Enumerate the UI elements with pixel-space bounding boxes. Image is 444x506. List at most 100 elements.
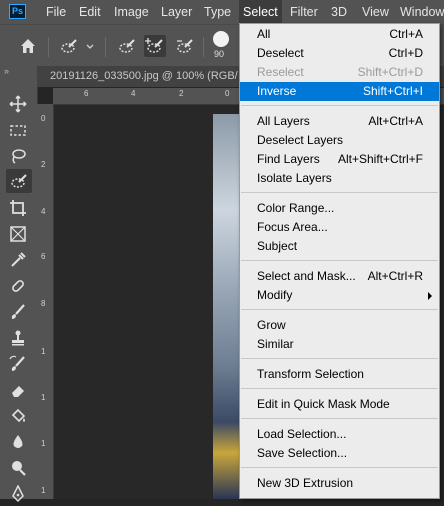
- chevron-down-icon[interactable]: [85, 37, 95, 55]
- menu-item-reselect: Reselect Shift+Ctrl+D: [240, 63, 439, 82]
- menu-item-load-selection[interactable]: Load Selection...: [240, 425, 439, 444]
- menu-item-label: Load Selection...: [257, 427, 347, 441]
- menu-item-new-3d-extrusion[interactable]: New 3D Extrusion: [240, 474, 439, 493]
- move-icon[interactable]: [9, 95, 27, 113]
- healing-brush-icon[interactable]: [9, 277, 27, 295]
- brush-icon[interactable]: [9, 303, 27, 321]
- menu-item-modify[interactable]: Modify: [240, 286, 439, 305]
- pen-icon[interactable]: [9, 484, 27, 503]
- menu-item-label: Find Layers: [257, 152, 320, 166]
- menu-item-select-and-mask[interactable]: Select and Mask... Alt+Ctrl+R: [240, 267, 439, 286]
- menu-item-label: Deselect: [257, 46, 304, 60]
- menu-separator: [241, 260, 438, 261]
- lasso-icon[interactable]: [9, 147, 27, 165]
- menu-item-shortcut: Alt+Ctrl+A: [368, 114, 423, 128]
- ruler-label: 2: [179, 89, 184, 98]
- ruler-label: 4: [41, 207, 46, 216]
- ruler-label: 1: [41, 393, 46, 402]
- menu-window[interactable]: Window: [400, 0, 444, 24]
- select-menu-dropdown: All Ctrl+A Deselect Ctrl+D Reselect Shift+C…: [239, 23, 440, 499]
- menu-separator: [241, 309, 438, 310]
- ruler-label: 1: [41, 486, 46, 495]
- menu-item-shortcut: Alt+Ctrl+R: [367, 269, 423, 283]
- menu-separator: [241, 105, 438, 106]
- ruler-label: 6: [41, 252, 46, 261]
- paint-bucket-icon[interactable]: [9, 407, 27, 425]
- menu-item-quick-mask[interactable]: Edit in Quick Mask Mode: [240, 395, 439, 414]
- dodge-icon[interactable]: [9, 459, 27, 477]
- menu-item-color-range[interactable]: Color Range...: [240, 199, 439, 218]
- menu-layer[interactable]: Layer: [161, 0, 192, 24]
- menu-item-inverse[interactable]: Inverse Shift+Ctrl+I: [240, 82, 439, 101]
- menu-file[interactable]: File: [46, 0, 66, 24]
- menu-item-shortcut: Ctrl+D: [388, 46, 423, 60]
- menu-item-label: New 3D Extrusion: [257, 476, 354, 490]
- menu-item-label: Save Selection...: [257, 446, 348, 460]
- menu-item-grow[interactable]: Grow: [240, 316, 439, 335]
- menu-item-label: Select and Mask...: [257, 269, 356, 283]
- menu-view[interactable]: View: [362, 0, 389, 24]
- menu-3d[interactable]: 3D: [331, 0, 347, 24]
- clone-stamp-icon[interactable]: [9, 329, 27, 347]
- menu-item-shortcut: Ctrl+A: [389, 27, 423, 41]
- menu-item-label: All Layers: [257, 114, 310, 128]
- crop-icon[interactable]: [9, 199, 27, 217]
- marquee-icon[interactable]: [9, 121, 27, 139]
- menu-item-isolate-layers[interactable]: Isolate Layers: [240, 169, 439, 188]
- blur-icon[interactable]: [9, 433, 27, 451]
- menu-item-deselect[interactable]: Deselect Ctrl+D: [240, 44, 439, 63]
- menu-item-label: Deselect Layers: [257, 133, 344, 147]
- menu-item-label: Isolate Layers: [257, 171, 332, 185]
- options-separator: [105, 37, 106, 57]
- menu-item-label: Transform Selection: [257, 367, 364, 381]
- menu-type[interactable]: Type: [204, 0, 231, 24]
- quick-selection-icon[interactable]: [6, 169, 32, 193]
- eyedropper-icon[interactable]: [9, 251, 27, 269]
- panel-collapse-icon[interactable]: »: [4, 66, 9, 76]
- menu-item-focus-area[interactable]: Focus Area...: [240, 218, 439, 237]
- eraser-icon[interactable]: [9, 381, 27, 399]
- ruler-label: 4: [131, 89, 136, 98]
- menu-item-all[interactable]: All Ctrl+A: [240, 25, 439, 44]
- add-to-selection-icon[interactable]: [144, 35, 166, 57]
- menu-item-find-layers[interactable]: Find Layers Alt+Shift+Ctrl+F: [240, 150, 439, 169]
- history-brush-icon[interactable]: [9, 355, 27, 373]
- home-icon[interactable]: [19, 37, 37, 55]
- menu-item-label: Reselect: [257, 65, 304, 79]
- vertical-ruler: 0 2 4 6 8 1 1 1 1: [37, 104, 54, 499]
- brush-size-icon[interactable]: [213, 31, 229, 47]
- ruler-label: 1: [41, 439, 46, 448]
- menu-separator: [241, 388, 438, 389]
- menu-item-shortcut: Alt+Shift+Ctrl+F: [337, 152, 423, 166]
- quick-selection-brush-icon[interactable]: [60, 37, 78, 55]
- new-selection-icon[interactable]: [118, 37, 136, 55]
- menu-item-shortcut: Shift+Ctrl+I: [362, 84, 423, 98]
- options-separator: [48, 37, 49, 57]
- menu-item-save-selection[interactable]: Save Selection...: [240, 444, 439, 463]
- submenu-arrow-icon: [428, 292, 432, 300]
- menu-filter[interactable]: Filter: [290, 0, 318, 24]
- menu-item-similar[interactable]: Similar: [240, 335, 439, 354]
- ruler-label: 1: [41, 347, 46, 356]
- options-separator: [203, 37, 204, 57]
- menu-image[interactable]: Image: [114, 0, 149, 24]
- menu-separator: [241, 418, 438, 419]
- menu-select[interactable]: Select: [239, 0, 282, 24]
- frame-icon[interactable]: [9, 225, 27, 243]
- menubar: Ps File Edit Image Layer Type Select Fil…: [0, 0, 444, 24]
- ruler-label: 0: [225, 89, 230, 98]
- menu-edit[interactable]: Edit: [79, 0, 101, 24]
- document-tab[interactable]: 20191126_033500.jpg @ 100% (RGB/: [50, 66, 238, 87]
- menu-item-transform-selection[interactable]: Transform Selection: [240, 365, 439, 384]
- menu-item-label: Modify: [257, 288, 293, 302]
- ruler-label: 6: [84, 89, 89, 98]
- menu-item-deselect-layers[interactable]: Deselect Layers: [240, 131, 439, 150]
- menu-item-label: Inverse: [257, 84, 297, 98]
- menu-separator: [241, 358, 438, 359]
- brush-size-value: 90: [214, 49, 225, 59]
- menu-item-subject[interactable]: Subject: [240, 237, 439, 256]
- menu-item-all-layers[interactable]: All Layers Alt+Ctrl+A: [240, 112, 439, 131]
- subtract-selection-icon[interactable]: [176, 37, 194, 55]
- menu-item-label: Color Range...: [257, 201, 335, 215]
- menu-separator: [241, 192, 438, 193]
